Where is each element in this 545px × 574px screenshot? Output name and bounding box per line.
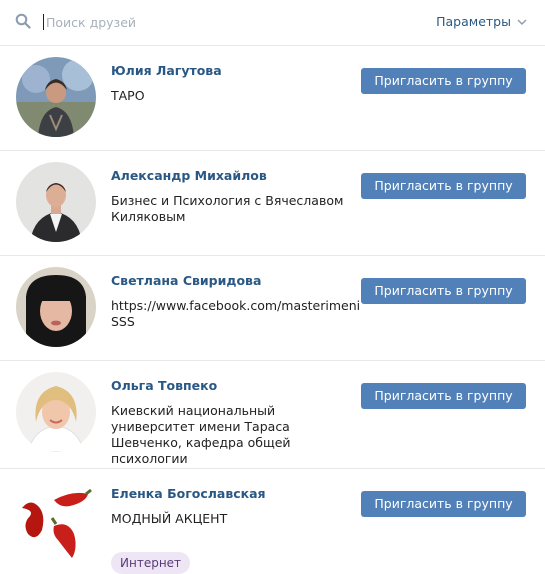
avatar[interactable] xyxy=(16,267,96,347)
invite-button[interactable]: Пригласить в группу xyxy=(361,383,526,409)
invite-button[interactable]: Пригласить в группу xyxy=(361,68,526,94)
list-item: Светлана Свиридова https://www.facebook.… xyxy=(0,256,545,361)
friend-name[interactable]: Юлия Лагутова xyxy=(111,63,222,78)
friend-name[interactable]: Еленка Богославская xyxy=(111,486,266,501)
friend-name[interactable]: Светлана Свиридова xyxy=(111,273,261,288)
avatar[interactable] xyxy=(16,57,96,137)
invite-button[interactable]: Пригласить в группу xyxy=(361,173,526,199)
params-label: Параметры xyxy=(436,14,511,29)
avatar[interactable] xyxy=(16,372,96,452)
friend-description: МОДНЫЙ АКЦЕНТ xyxy=(111,511,228,526)
search-bar: Параметры xyxy=(0,0,545,46)
search-icon[interactable] xyxy=(15,13,31,29)
friend-description: Бизнес и Психология с Вячеславом Киляков… xyxy=(111,193,344,224)
text-cursor xyxy=(43,14,44,30)
friends-list: Юлия Лагутова ТАРО Пригласить в группу А… xyxy=(0,46,545,574)
list-item: Александр Михайлов Бизнес и Психология с… xyxy=(0,151,545,256)
interest-tag[interactable]: Интернет xyxy=(111,552,191,574)
list-item: Еленка Богославская МОДНЫЙ АКЦЕНТ Интерн… xyxy=(0,469,545,574)
list-item: Ольга Товпеко Киевский национальный унив… xyxy=(0,361,545,469)
invite-button[interactable]: Пригласить в группу xyxy=(361,491,526,517)
params-button[interactable]: Параметры xyxy=(436,14,527,29)
friend-description: ТАРО xyxy=(111,88,145,103)
list-item: Юлия Лагутова ТАРО Пригласить в группу xyxy=(0,46,545,151)
friend-description: https://www.facebook.com/masterimeni SSS xyxy=(111,298,361,329)
friend-description: Киевский национальный университет имени … xyxy=(111,403,291,466)
invite-button[interactable]: Пригласить в группу xyxy=(361,278,526,304)
search-input[interactable] xyxy=(46,11,366,33)
avatar[interactable] xyxy=(16,480,96,560)
chevron-down-icon xyxy=(517,19,527,25)
avatar[interactable] xyxy=(16,162,96,242)
friend-name[interactable]: Александр Михайлов xyxy=(111,168,267,183)
friend-name[interactable]: Ольга Товпеко xyxy=(111,378,217,393)
